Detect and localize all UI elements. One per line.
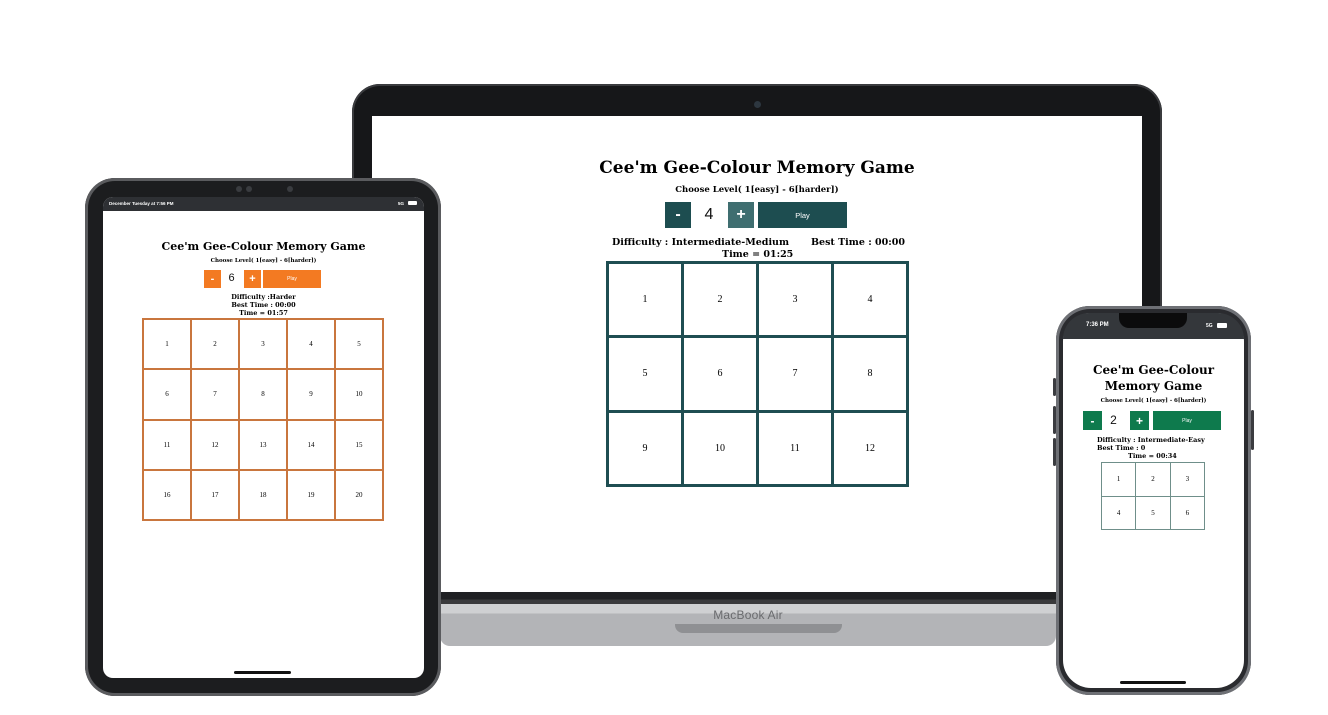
card-cell[interactable]: 11 xyxy=(759,412,831,484)
phone-best-time-text: Best Time : 0 xyxy=(1097,444,1146,452)
phone-time-text: Time = 00:34 xyxy=(1128,452,1177,460)
card-cell[interactable]: 8 xyxy=(240,370,286,419)
phone-status-time: 7:36 PM xyxy=(1086,322,1109,328)
laptop-brand-label: MacBook Air xyxy=(713,608,783,622)
card-cell[interactable]: 7 xyxy=(192,370,238,419)
card-cell[interactable]: 10 xyxy=(336,370,382,419)
card-cell[interactable]: 4 xyxy=(834,264,906,336)
card-cell[interactable]: 2 xyxy=(684,264,756,336)
battery-icon xyxy=(408,201,417,205)
battery-icon xyxy=(1217,323,1227,328)
card-cell[interactable]: 5 xyxy=(609,338,681,410)
laptop-difficulty-text: Difficulty : Intermediate-Medium xyxy=(612,237,790,248)
card-cell[interactable]: 1 xyxy=(1102,463,1136,496)
card-cell[interactable]: 9 xyxy=(288,370,334,419)
card-cell[interactable]: 3 xyxy=(1170,463,1204,496)
card-cell[interactable]: 2 xyxy=(1136,463,1170,496)
tablet-time-text: Time = 01:57 xyxy=(239,309,288,317)
tablet-plus-button[interactable]: + xyxy=(244,270,261,288)
tablet-minus-button[interactable]: - xyxy=(204,270,221,288)
phone-plus-button[interactable]: + xyxy=(1130,411,1149,430)
phone-play-button[interactable]: Play xyxy=(1153,411,1221,430)
card-cell[interactable]: 20 xyxy=(336,470,382,519)
laptop-minus-button[interactable]: - xyxy=(665,202,691,228)
phone-choose-level-label: Choose Level( 1[easy] - 6[harder]) xyxy=(1100,398,1207,404)
card-cell[interactable]: 4 xyxy=(288,320,334,369)
tablet-game-title: Cee'm Gee-Colour Memory Game xyxy=(161,240,366,253)
card-cell[interactable]: 19 xyxy=(288,470,334,519)
card-cell[interactable]: 6 xyxy=(1170,496,1204,529)
card-cell[interactable]: 12 xyxy=(834,412,906,484)
card-cell[interactable]: 15 xyxy=(336,420,382,469)
card-cell[interactable]: 9 xyxy=(609,412,681,484)
laptop-level-value: 4 xyxy=(704,206,714,223)
laptop-time-text: Time = 01:25 xyxy=(722,249,794,260)
laptop-play-button[interactable]: Play xyxy=(758,202,847,228)
card-cell[interactable]: 12 xyxy=(192,420,238,469)
phone-home-indicator xyxy=(1120,681,1186,684)
tablet-status-time: December Tuesday at 7:56 PM xyxy=(109,201,174,206)
tablet-play-button[interactable]: Play xyxy=(263,270,321,288)
phone-signal-text: 5G xyxy=(1206,323,1213,329)
laptop-card-grid: 1 2 3 4 5 6 7 8 9 10 11 12 xyxy=(606,261,909,487)
tablet-best-time-text: Best Time : 00:00 xyxy=(231,301,296,309)
phone-game-title-line2: Memory Game xyxy=(1104,379,1203,393)
card-cell[interactable]: 13 xyxy=(240,420,286,469)
card-cell[interactable]: 5 xyxy=(336,320,382,369)
card-cell[interactable]: 1 xyxy=(609,264,681,336)
card-cell[interactable]: 3 xyxy=(759,264,831,336)
phone-notch xyxy=(1119,313,1187,328)
card-cell[interactable]: 14 xyxy=(288,420,334,469)
card-cell[interactable]: 16 xyxy=(144,470,190,519)
card-cell[interactable]: 17 xyxy=(192,470,238,519)
laptop-plus-button[interactable]: + xyxy=(728,202,754,228)
laptop-best-time-text: Best Time : 00:00 xyxy=(811,237,905,248)
card-cell[interactable]: 1 xyxy=(144,320,190,369)
phone-game-title-line1: Cee'm Gee-Colour xyxy=(1092,363,1215,377)
tablet-home-indicator xyxy=(234,671,291,674)
card-cell[interactable]: 11 xyxy=(144,420,190,469)
card-cell[interactable]: 6 xyxy=(684,338,756,410)
card-cell[interactable]: 4 xyxy=(1102,496,1136,529)
tablet-card-grid: 1 2 3 4 5 6 7 8 9 10 11 12 13 14 15 16 1… xyxy=(142,318,384,521)
camera-icon xyxy=(754,101,761,108)
card-cell[interactable]: 18 xyxy=(240,470,286,519)
card-cell[interactable]: 7 xyxy=(759,338,831,410)
card-cell[interactable]: 2 xyxy=(192,320,238,369)
tablet-choose-level-label: Choose Level( 1[easy] - 6[harder]) xyxy=(210,258,317,264)
phone-level-value: 2 xyxy=(1110,413,1117,427)
laptop-hinge-notch xyxy=(675,624,842,633)
camera-icon xyxy=(287,186,293,192)
phone-minus-button[interactable]: - xyxy=(1083,411,1102,430)
card-cell[interactable]: 8 xyxy=(834,338,906,410)
camera-icon xyxy=(236,186,242,192)
tablet-level-value: 6 xyxy=(228,272,235,284)
tablet-signal-text: 5G xyxy=(398,201,405,206)
card-cell[interactable]: 6 xyxy=(144,370,190,419)
card-cell[interactable]: 5 xyxy=(1136,496,1170,529)
laptop-choose-level-label: Choose Level( 1[easy] - 6[harder]) xyxy=(675,185,839,195)
laptop-game-title: Cee'm Gee-Colour Memory Game xyxy=(599,158,915,178)
card-cell[interactable]: 10 xyxy=(684,412,756,484)
tablet-difficulty-text: Difficulty :Harder xyxy=(231,293,296,301)
phone-power-button xyxy=(1251,410,1254,450)
phone-card-grid: 1 2 3 4 5 6 xyxy=(1101,462,1205,530)
card-cell[interactable]: 3 xyxy=(240,320,286,369)
phone-difficulty-text: Difficulty : Intermediate-Easy xyxy=(1097,436,1205,444)
sensor-icon xyxy=(246,186,252,192)
